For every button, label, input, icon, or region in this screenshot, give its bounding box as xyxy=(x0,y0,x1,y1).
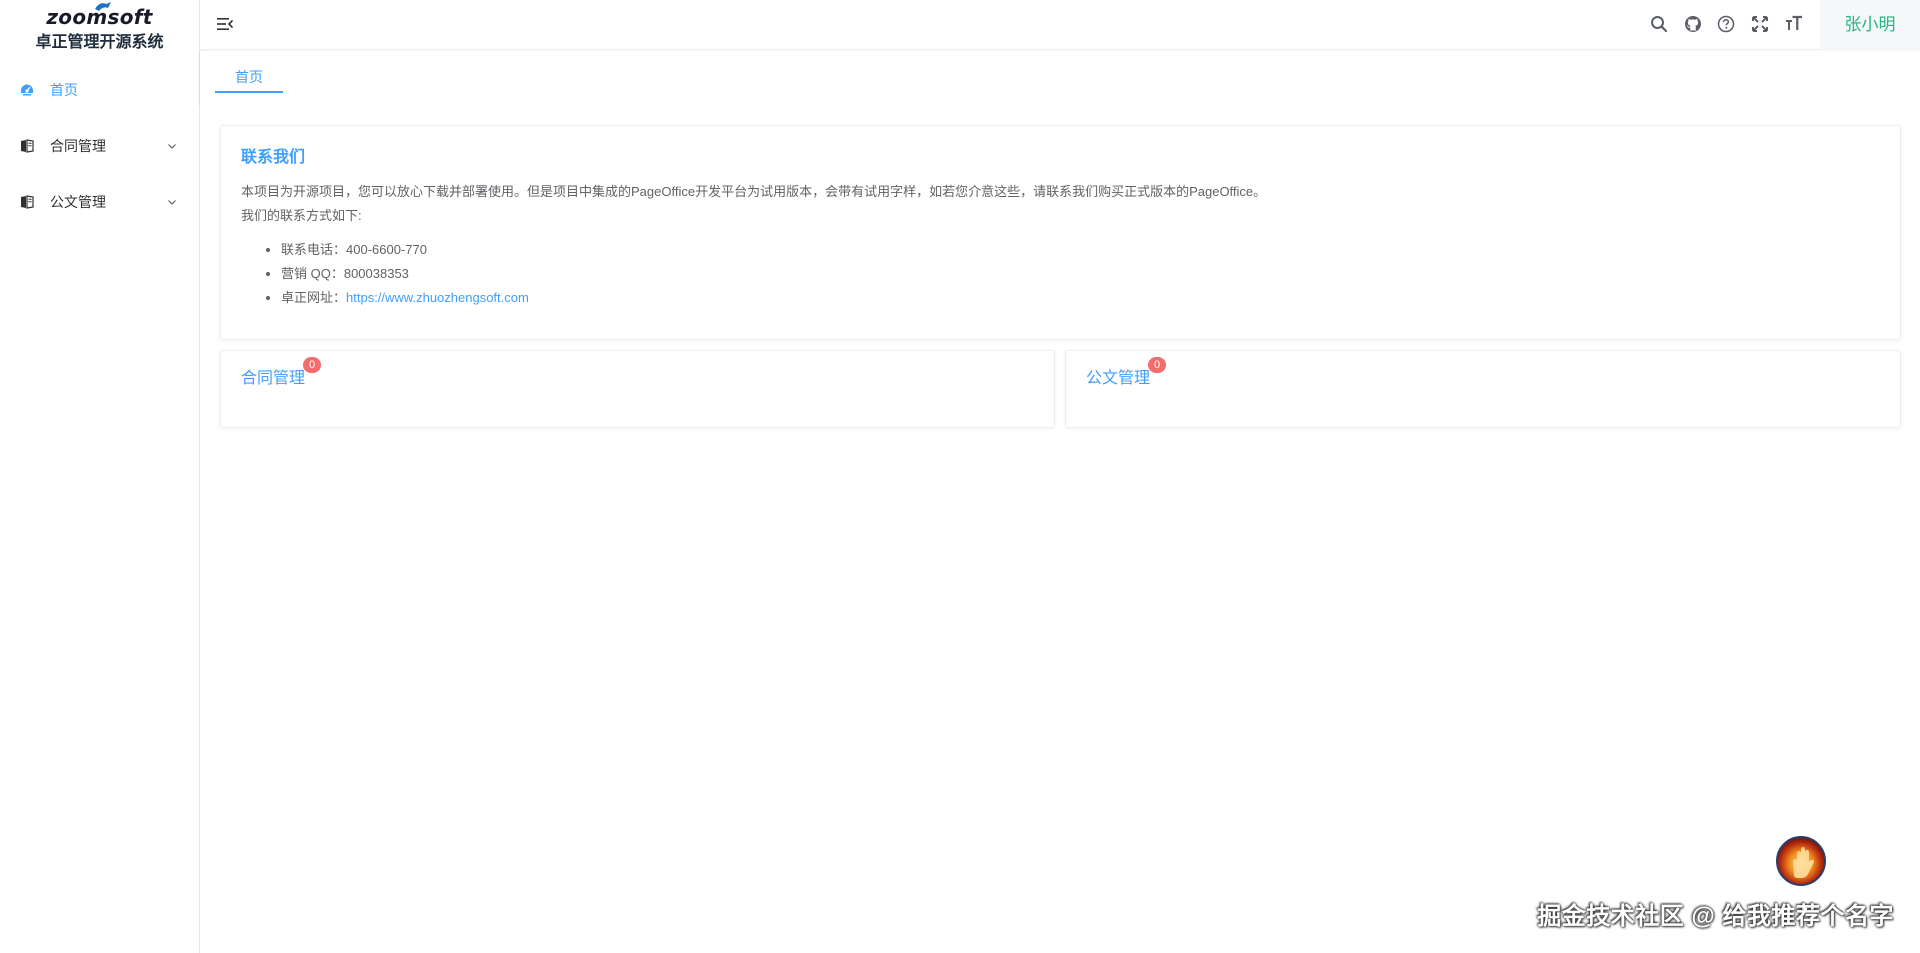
contract-card[interactable]: 合同管理 0 xyxy=(220,350,1055,428)
user-name: 张小明 xyxy=(1844,15,1896,34)
main-content: 联系我们 本项目为开源项目，您可以放心下载并部署使用。但是项目中集成的PageO… xyxy=(200,105,1920,953)
github-icon[interactable] xyxy=(1683,14,1703,34)
hamburger-icon[interactable] xyxy=(216,15,234,33)
count-badge: 0 xyxy=(303,357,322,373)
sidebar-item-contract[interactable]: 合同管理 xyxy=(0,118,199,174)
chevron-down-icon xyxy=(168,144,176,149)
search-icon[interactable] xyxy=(1649,14,1669,34)
intro-paragraph: 本项目为开源项目，您可以放心下载并部署使用。但是项目中集成的PageOffice… xyxy=(241,184,1267,199)
document-card[interactable]: 公文管理 0 xyxy=(1065,350,1901,428)
document-card-title[interactable]: 公文管理 0 xyxy=(1086,357,1167,391)
logo-flag-icon xyxy=(95,2,112,11)
book-icon xyxy=(21,195,34,209)
sidebar-item-home[interactable]: 首页 xyxy=(0,62,199,118)
contact-title: 联系我们 xyxy=(241,149,306,166)
floating-avatar[interactable] xyxy=(1776,836,1826,886)
navbar: 张小明 xyxy=(200,0,1920,50)
logo: zoomsoft xyxy=(46,2,152,30)
site-label: 卓正网址： xyxy=(281,290,347,305)
sidebar-item-label: 首页 xyxy=(50,82,78,98)
contact-card: 联系我们 本项目为开源项目，您可以放心下载并部署使用。但是项目中集成的PageO… xyxy=(220,125,1901,340)
count-badge: 0 xyxy=(1148,357,1167,373)
qq-label: 营销 QQ： xyxy=(281,266,344,281)
website-link[interactable]: https://www.zhuozhengsoft.com xyxy=(346,290,529,305)
list-item: 营销 QQ：800038353 xyxy=(281,262,1880,286)
sidebar-item-label: 合同管理 xyxy=(50,138,106,154)
phone-value: 400-6600-770 xyxy=(346,242,427,257)
watermark: 掘金技术社区 @ 给我推荐个名字 xyxy=(1537,903,1894,930)
contract-card-title[interactable]: 合同管理 0 xyxy=(241,357,322,391)
font-size-icon[interactable] xyxy=(1784,14,1804,34)
book-icon xyxy=(21,139,34,153)
sidebar: zoomsoft 卓正管理开源系统 首页 合同管理 公文管理 xyxy=(0,0,200,953)
sidebar-item-document[interactable]: 公文管理 xyxy=(0,174,199,230)
sidebar-item-label: 公文管理 xyxy=(50,194,106,210)
list-item: 卓正网址：https://www.zhuozhengsoft.com xyxy=(281,286,1880,310)
contact-list: 联系电话：400-6600-770 营销 QQ：800038353 卓正网址：h… xyxy=(241,238,1880,310)
list-item: 联系电话：400-6600-770 xyxy=(281,238,1880,262)
contact-intro: 我们的联系方式如下: xyxy=(241,208,362,223)
document-card-label: 公文管理 xyxy=(1086,370,1151,387)
question-icon[interactable] xyxy=(1716,14,1736,34)
logo-area: zoomsoft 卓正管理开源系统 xyxy=(0,0,199,60)
phone-label: 联系电话： xyxy=(281,242,347,257)
system-name: 卓正管理开源系统 xyxy=(35,34,164,51)
qq-value: 800038353 xyxy=(343,266,409,281)
chevron-down-icon xyxy=(168,200,176,205)
tab-home[interactable]: 首页 xyxy=(215,63,283,93)
dashboard-icon xyxy=(21,84,33,96)
contract-card-label: 合同管理 xyxy=(241,370,306,387)
fullscreen-icon[interactable] xyxy=(1750,14,1770,34)
sidebar-menu: 首页 合同管理 公文管理 xyxy=(0,62,199,230)
user-menu[interactable]: 张小明 xyxy=(1820,0,1920,50)
tags-view: 首页 xyxy=(200,51,1920,105)
